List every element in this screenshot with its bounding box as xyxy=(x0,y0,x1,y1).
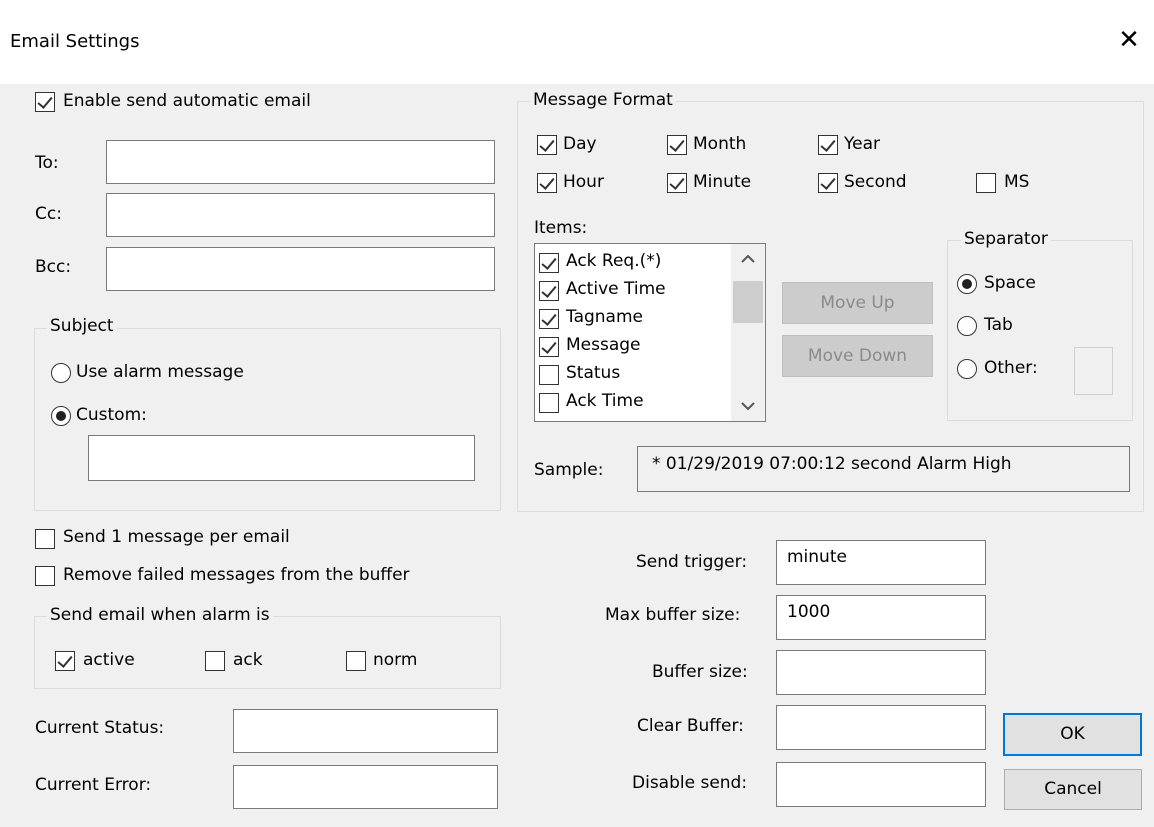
one-per-email-label: Send 1 message per email xyxy=(63,527,290,547)
window-title: Email Settings xyxy=(10,31,140,52)
item-label: Ack Time xyxy=(566,391,644,411)
other-radio[interactable] xyxy=(957,359,977,379)
active-label: active xyxy=(83,650,135,670)
to-label: To: xyxy=(35,153,59,173)
remove-failed-checkbox[interactable] xyxy=(35,566,55,586)
item-label: Active Time xyxy=(566,279,666,299)
item-label: Ack Req.(*) xyxy=(566,251,662,271)
current-error-field xyxy=(233,765,498,809)
current-status-label: Current Status: xyxy=(35,718,165,738)
item-checkbox[interactable] xyxy=(539,309,559,329)
clear-buffer-field[interactable] xyxy=(776,705,986,750)
year-label: Year xyxy=(844,134,880,154)
remove-failed-label: Remove failed messages from the buffer xyxy=(63,565,410,585)
cancel-button[interactable]: Cancel xyxy=(1004,769,1142,810)
day-checkbox[interactable] xyxy=(537,135,557,155)
cc-field[interactable] xyxy=(106,193,495,237)
title-bar: Email Settings ✕ xyxy=(0,0,1154,84)
day-label: Day xyxy=(563,134,597,154)
move-up-button[interactable]: Move Up xyxy=(782,282,933,324)
item-checkbox[interactable] xyxy=(539,281,559,301)
item-label: Message xyxy=(566,335,641,355)
ack-label: ack xyxy=(233,650,263,670)
items-scrollbar[interactable] xyxy=(731,244,765,421)
disable-send-label: Disable send: xyxy=(632,773,748,793)
send-when-group-label: Send email when alarm is xyxy=(47,605,273,625)
space-radio[interactable] xyxy=(957,274,977,294)
scrollbar-thumb[interactable] xyxy=(733,281,763,323)
current-status-field xyxy=(233,709,498,753)
email-settings-dialog: Email Settings ✕ Enable send automatic e… xyxy=(0,0,1154,827)
hour-checkbox[interactable] xyxy=(537,173,557,193)
use-alarm-message-radio[interactable] xyxy=(51,363,71,383)
space-label: Space xyxy=(984,273,1036,293)
clear-buffer-label: Clear Buffer: xyxy=(637,716,744,736)
disable-send-field[interactable] xyxy=(776,762,986,807)
to-field[interactable] xyxy=(106,140,495,184)
item-label: Tagname xyxy=(566,307,643,327)
custom-subject-radio[interactable] xyxy=(51,406,71,426)
separator-group-label: Separator xyxy=(961,229,1051,249)
minute-label: Minute xyxy=(693,172,752,192)
chevron-down-icon[interactable] xyxy=(731,391,765,421)
item-checkbox[interactable] xyxy=(539,393,559,413)
ms-label: MS xyxy=(1004,172,1030,192)
second-checkbox[interactable] xyxy=(818,173,838,193)
ack-checkbox[interactable] xyxy=(205,651,225,671)
one-per-email-checkbox[interactable] xyxy=(35,529,55,549)
item-label: Status xyxy=(566,363,621,383)
norm-label: norm xyxy=(373,650,418,670)
minute-checkbox[interactable] xyxy=(667,173,687,193)
buffer-size-field xyxy=(776,650,986,695)
bcc-field[interactable] xyxy=(106,247,495,291)
active-checkbox[interactable] xyxy=(55,651,75,671)
send-trigger-label: Send trigger: xyxy=(636,552,748,572)
sample-label: Sample: xyxy=(534,460,604,480)
item-checkbox[interactable] xyxy=(539,253,559,273)
send-trigger-field[interactable]: minute xyxy=(776,540,986,585)
message-format-group-label: Message Format xyxy=(530,90,676,110)
item-checkbox[interactable] xyxy=(539,365,559,385)
bcc-label: Bcc: xyxy=(35,257,72,277)
month-checkbox[interactable] xyxy=(667,135,687,155)
ms-checkbox[interactable] xyxy=(976,173,996,193)
buffer-size-label: Buffer size: xyxy=(652,662,748,682)
other-separator-field[interactable] xyxy=(1074,347,1113,395)
norm-checkbox[interactable] xyxy=(346,651,366,671)
cc-label: Cc: xyxy=(35,204,62,224)
sample-field: * 01/29/2019 07:00:12 second Alarm High xyxy=(637,446,1130,492)
move-down-button[interactable]: Move Down xyxy=(782,335,933,377)
items-label: Items: xyxy=(534,218,588,238)
tab-radio[interactable] xyxy=(957,316,977,336)
current-error-label: Current Error: xyxy=(35,775,152,795)
year-checkbox[interactable] xyxy=(818,135,838,155)
tab-label: Tab xyxy=(984,315,1013,335)
custom-subject-label: Custom: xyxy=(76,405,147,425)
subject-group-label: Subject xyxy=(47,316,117,336)
dialog-body: Enable send automatic email To: Cc: Bcc:… xyxy=(0,84,1154,827)
ok-button[interactable]: OK xyxy=(1003,713,1142,756)
use-alarm-message-label: Use alarm message xyxy=(76,362,244,382)
hour-label: Hour xyxy=(563,172,604,192)
enable-auto-email-checkbox[interactable] xyxy=(35,92,55,112)
items-list[interactable]: Ack Req.(*) Active Time Tagname Message … xyxy=(534,243,766,422)
custom-subject-field[interactable] xyxy=(88,435,475,481)
other-label: Other: xyxy=(984,358,1038,378)
close-icon[interactable]: ✕ xyxy=(1104,14,1154,66)
month-label: Month xyxy=(693,134,747,154)
max-buffer-size-field[interactable]: 1000 xyxy=(776,595,986,640)
second-label: Second xyxy=(844,172,907,192)
enable-auto-email-label: Enable send automatic email xyxy=(63,91,311,111)
max-buffer-size-label: Max buffer size: xyxy=(605,605,741,625)
item-checkbox[interactable] xyxy=(539,337,559,357)
chevron-up-icon[interactable] xyxy=(731,244,765,274)
